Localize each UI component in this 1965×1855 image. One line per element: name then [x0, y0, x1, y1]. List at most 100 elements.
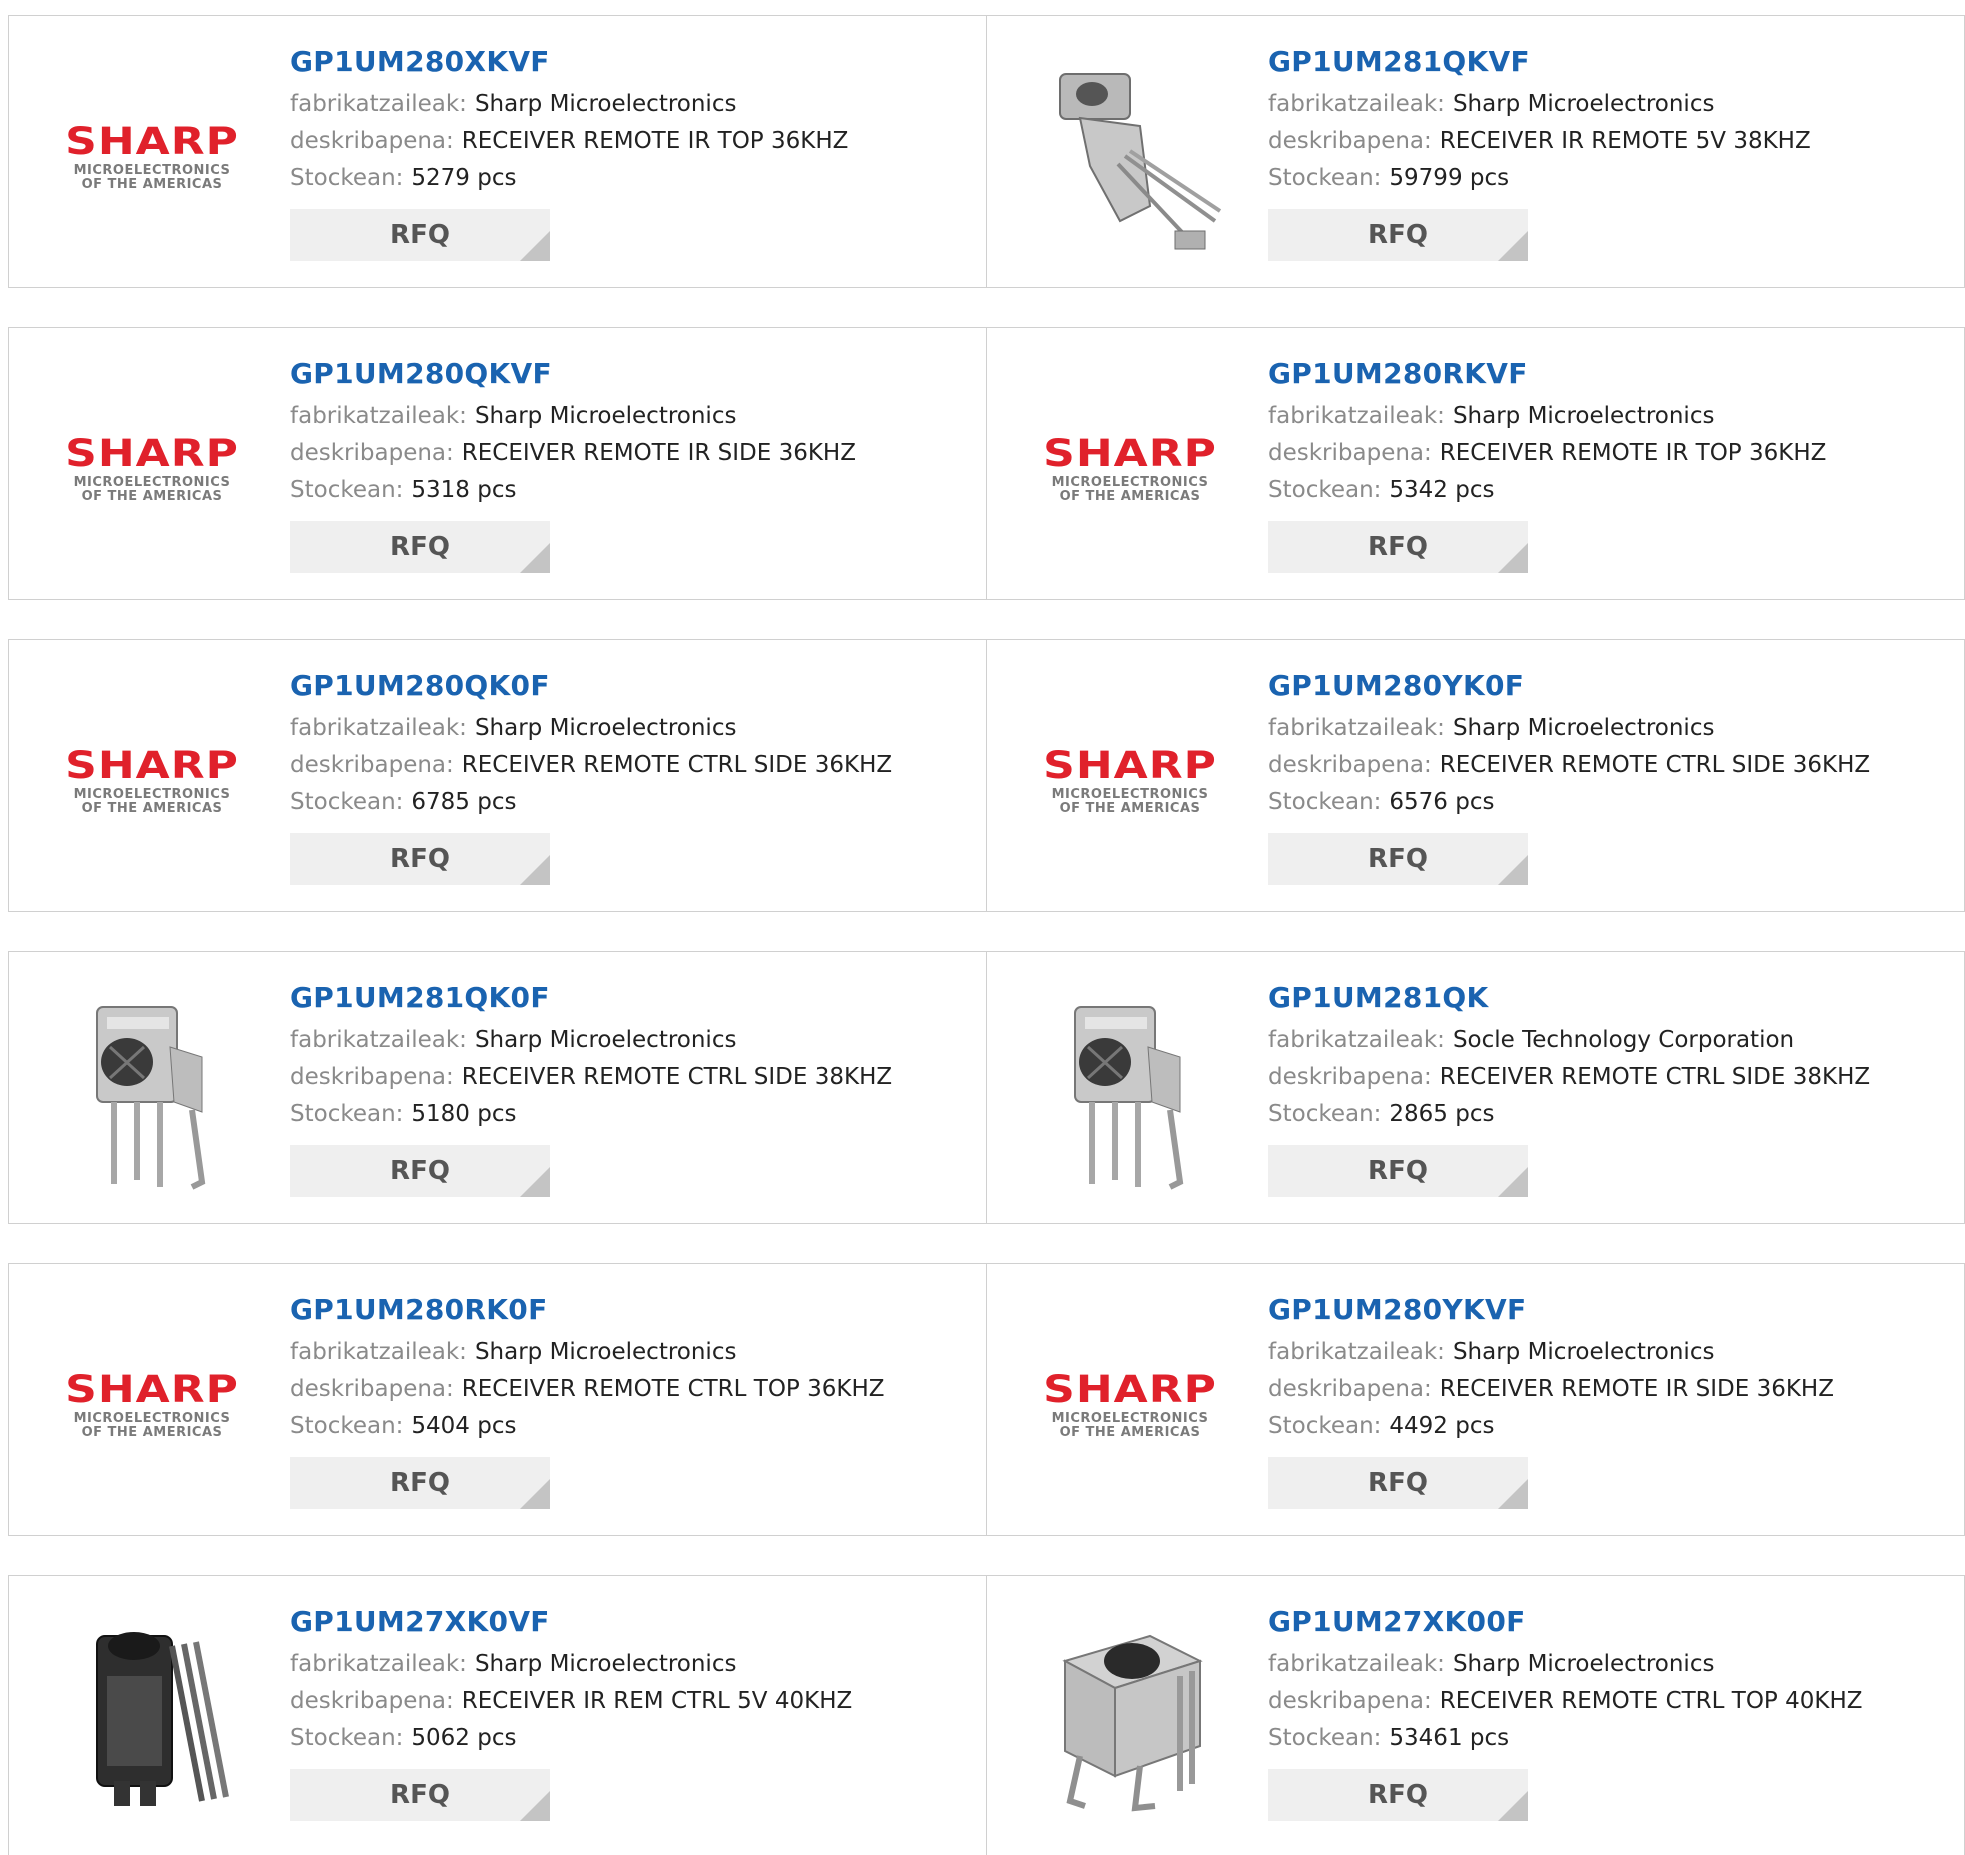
rfq-corner-triangle — [520, 231, 550, 261]
part-number-link[interactable]: GP1UM281QKVF — [1268, 42, 1811, 82]
manufacturer-label: fabrikatzaileak: — [290, 1651, 467, 1677]
product-image[interactable]: SHARP MICROELECTRONICS OF THE AMERICAS — [47, 52, 257, 260]
description-label: deskribapena: — [290, 1688, 454, 1714]
part-number-link[interactable]: GP1UM280RK0F — [290, 1290, 885, 1330]
stock-value: 5342 pcs — [1389, 477, 1495, 503]
manufacturer-label: fabrikatzaileak: — [1268, 715, 1445, 741]
description-line: deskribapena: RECEIVER REMOTE IR TOP 36KH… — [1268, 435, 1826, 472]
rfq-button[interactable]: RFQ — [290, 1145, 550, 1197]
manufacturer-line: fabrikatzaileak: Sharp Microelectronics — [1268, 1646, 1863, 1683]
product-image[interactable]: SHARP MICROELECTRONICS OF THE AMERICAS — [1025, 364, 1235, 572]
rfq-button[interactable]: RFQ — [290, 1457, 550, 1509]
description-value: RECEIVER IR REMOTE 5V 38KHZ — [1439, 128, 1811, 154]
rfq-label: RFQ — [1368, 1468, 1428, 1498]
part-number-link[interactable]: GP1UM281QK0F — [290, 978, 892, 1018]
rfq-label: RFQ — [390, 844, 450, 874]
product-info: GP1UM280YK0F fabrikatzaileak: Sharp Micro… — [1268, 666, 1870, 885]
product-info: GP1UM281QK fabrikatzaileak: Socle Technol… — [1268, 978, 1870, 1197]
description-label: deskribapena: — [290, 1064, 454, 1090]
description-value: RECEIVER REMOTE CTRL SIDE 36KHZ — [1439, 752, 1871, 778]
rfq-button[interactable]: RFQ — [1268, 521, 1528, 573]
stock-line: Stockean: 5279 pcs — [290, 160, 848, 197]
description-label: deskribapena: — [1268, 128, 1432, 154]
part-number-link[interactable]: GP1UM280YKVF — [1268, 1290, 1834, 1330]
sharp-logo: SHARP MICROELECTRONICS OF THE AMERICAS — [1030, 744, 1230, 816]
manufacturer-value: Sharp Microelectronics — [1452, 1651, 1715, 1677]
part-number-link[interactable]: GP1UM27XK0VF — [290, 1602, 852, 1642]
part-number-link[interactable]: GP1UM280QK0F — [290, 666, 892, 706]
product-info: GP1UM281QKVF fabrikatzaileak: Sharp Micro… — [1268, 42, 1811, 261]
sharp-logo: SHARP MICROELECTRONICS OF THE AMERICAS — [52, 744, 252, 816]
rfq-button[interactable]: RFQ — [1268, 1457, 1528, 1509]
manufacturer-label: fabrikatzaileak: — [290, 1027, 467, 1053]
product-image[interactable]: SHARP MICROELECTRONICS OF THE AMERICAS — [47, 1300, 257, 1508]
logo-subtitle-1: MICROELECTRONICS — [73, 1411, 231, 1426]
product-image[interactable] — [1025, 52, 1235, 260]
ir-receiver-top-photo — [1030, 1616, 1230, 1816]
manufacturer-value: Sharp Microelectronics — [1452, 91, 1715, 117]
product-image[interactable] — [47, 1612, 257, 1820]
manufacturer-value: Socle Technology Corporation — [1452, 1027, 1795, 1053]
product-image[interactable]: SHARP MICROELECTRONICS OF THE AMERICAS — [1025, 676, 1235, 884]
stock-value: 59799 pcs — [1389, 165, 1510, 191]
description-value: RECEIVER REMOTE IR TOP 36KHZ — [1439, 440, 1827, 466]
part-number-link[interactable]: GP1UM281QK — [1268, 978, 1870, 1018]
part-number-link[interactable]: GP1UM280QKVF — [290, 354, 856, 394]
part-number-link[interactable]: GP1UM27XK00F — [1268, 1602, 1863, 1642]
description-label: deskribapena: — [290, 1376, 454, 1402]
logo-subtitle-1: MICROELECTRONICS — [73, 787, 231, 802]
manufacturer-value: Sharp Microelectronics — [474, 91, 737, 117]
rfq-button[interactable]: RFQ — [1268, 209, 1528, 261]
ir-receiver-side-photo — [1030, 992, 1230, 1192]
rfq-button[interactable]: RFQ — [290, 209, 550, 261]
stock-line: Stockean: 53461 pcs — [1268, 1720, 1863, 1757]
product-info: GP1UM280RKVF fabrikatzaileak: Sharp Micro… — [1268, 354, 1826, 573]
rfq-corner-triangle — [520, 855, 550, 885]
product-image[interactable]: SHARP MICROELECTRONICS OF THE AMERICAS — [47, 676, 257, 884]
description-line: deskribapena: RECEIVER IR REM CTRL 5V 40K… — [290, 1683, 852, 1720]
product-row: GP1UM281QK0F fabrikatzaileak: Sharp Micro… — [8, 951, 1965, 1224]
stock-value: 6576 pcs — [1389, 789, 1495, 815]
stock-label: Stockean: — [1268, 165, 1382, 191]
rfq-button[interactable]: RFQ — [1268, 833, 1528, 885]
product-info: GP1UM280XKVF fabrikatzaileak: Sharp Micro… — [290, 42, 848, 261]
rfq-button[interactable]: RFQ — [290, 833, 550, 885]
product-row: SHARP MICROELECTRONICS OF THE AMERICAS G… — [8, 1263, 1965, 1536]
description-line: deskribapena: RECEIVER REMOTE CTRL TOP 40… — [1268, 1683, 1863, 1720]
product-info: GP1UM27XK00F fabrikatzaileak: Sharp Micro… — [1268, 1602, 1863, 1821]
description-value: RECEIVER REMOTE IR SIDE 36KHZ — [1439, 1376, 1834, 1402]
description-label: deskribapena: — [1268, 1376, 1432, 1402]
product-image[interactable]: SHARP MICROELECTRONICS OF THE AMERICAS — [1025, 1300, 1235, 1508]
manufacturer-label: fabrikatzaileak: — [1268, 91, 1445, 117]
rfq-button[interactable]: RFQ — [290, 1769, 550, 1821]
description-value: RECEIVER REMOTE IR TOP 36KHZ — [461, 128, 849, 154]
product-image[interactable] — [47, 988, 257, 1196]
logo-subtitle-1: MICROELECTRONICS — [73, 163, 231, 178]
product-card: SHARP MICROELECTRONICS OF THE AMERICAS G… — [9, 16, 987, 287]
rfq-label: RFQ — [1368, 1156, 1428, 1186]
manufacturer-line: fabrikatzaileak: Sharp Microelectronics — [290, 1646, 852, 1683]
stock-value: 4492 pcs — [1389, 1413, 1495, 1439]
manufacturer-value: Sharp Microelectronics — [474, 1339, 737, 1365]
product-image[interactable] — [1025, 988, 1235, 1196]
part-number-link[interactable]: GP1UM280XKVF — [290, 42, 848, 82]
product-card: SHARP MICROELECTRONICS OF THE AMERICAS G… — [987, 640, 1965, 911]
product-image[interactable]: SHARP MICROELECTRONICS OF THE AMERICAS — [47, 364, 257, 572]
logo-subtitle-2: OF THE AMERICAS — [81, 489, 223, 504]
stock-label: Stockean: — [290, 1725, 404, 1751]
part-number-link[interactable]: GP1UM280RKVF — [1268, 354, 1826, 394]
rfq-corner-triangle — [1498, 855, 1528, 885]
rfq-button[interactable]: RFQ — [290, 521, 550, 573]
rfq-label: RFQ — [390, 532, 450, 562]
part-number-link[interactable]: GP1UM280YK0F — [1268, 666, 1870, 706]
stock-line: Stockean: 6785 pcs — [290, 784, 892, 821]
product-image[interactable] — [1025, 1612, 1235, 1820]
logo-subtitle-2: OF THE AMERICAS — [81, 1425, 223, 1440]
manufacturer-label: fabrikatzaileak: — [290, 91, 467, 117]
manufacturer-value: Sharp Microelectronics — [1452, 715, 1715, 741]
product-card: GP1UM281QK fabrikatzaileak: Socle Technol… — [987, 952, 1965, 1223]
rfq-button[interactable]: RFQ — [1268, 1145, 1528, 1197]
ir-receiver-angled-photo — [1030, 56, 1230, 256]
rfq-button[interactable]: RFQ — [1268, 1769, 1528, 1821]
manufacturer-label: fabrikatzaileak: — [290, 403, 467, 429]
